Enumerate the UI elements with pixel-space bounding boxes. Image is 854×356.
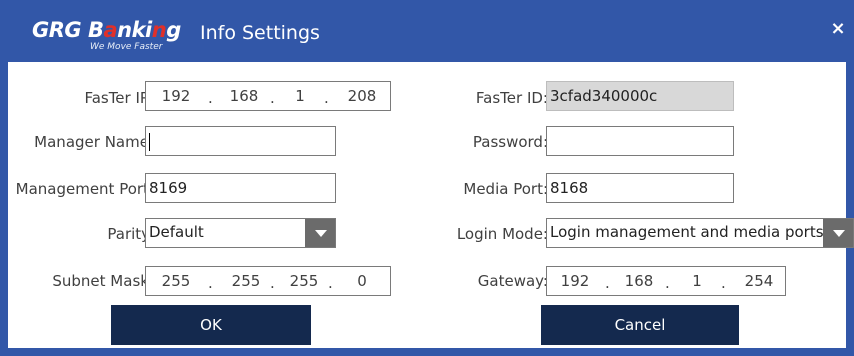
parity-selected-value: Default — [149, 223, 204, 241]
ip-octet[interactable]: 168 — [224, 82, 264, 110]
faster-id-field: 3cfad340000c — [546, 81, 734, 111]
login-mode-label: Login Mode: — [456, 225, 548, 243]
password-field[interactable] — [546, 126, 734, 156]
gateway-field[interactable]: 192 . 168 . 1 . 254 — [546, 266, 786, 296]
management-port-label: Management Port: — [15, 180, 154, 198]
ip-separator: . — [665, 274, 670, 292]
ip-octet[interactable]: 255 — [284, 267, 324, 295]
ip-separator: . — [324, 89, 329, 107]
ip-separator: . — [270, 89, 275, 107]
ip-separator: . — [208, 274, 213, 292]
ip-octet[interactable]: 192 — [555, 267, 595, 295]
ip-separator: . — [328, 274, 333, 292]
chevron-down-icon[interactable] — [305, 219, 335, 247]
media-port-label: Media Port: — [463, 180, 548, 198]
ip-octet[interactable]: 1 — [677, 267, 717, 295]
faster-ip-field[interactable]: 192 . 168 . 1 . 208 — [145, 81, 391, 111]
logo-tagline: We Move Faster — [90, 42, 163, 52]
ip-separator: . — [721, 274, 726, 292]
logo-wordmark: GRG Banking — [32, 18, 181, 42]
subnet-mask-label: Subnet Mask: — [52, 272, 154, 290]
ip-octet[interactable]: 168 — [619, 267, 659, 295]
ip-octet[interactable]: 1 — [280, 82, 320, 110]
ip-octet[interactable]: 255 — [226, 267, 266, 295]
subnet-mask-field[interactable]: 255 . 255 . 255 . 0 — [145, 266, 391, 296]
chevron-down-icon[interactable] — [823, 219, 853, 247]
faster-ip-label: FasTer IP: — [84, 89, 154, 107]
password-label: Password: — [472, 133, 548, 151]
gateway-label: Gateway: — [477, 272, 548, 290]
ip-separator: . — [208, 89, 213, 107]
ip-octet[interactable]: 0 — [342, 267, 382, 295]
ip-octet[interactable]: 255 — [156, 267, 196, 295]
parity-select[interactable]: Default — [145, 218, 336, 248]
window-title: Info Settings — [200, 22, 320, 44]
parity-label: Parity: — [107, 225, 154, 243]
manager-name-field[interactable] — [145, 126, 336, 156]
media-port-field[interactable]: 8168 — [546, 173, 734, 203]
title-bar: GRG Banking We Move Faster Info Settings… — [8, 0, 854, 62]
close-icon[interactable]: × — [818, 12, 854, 46]
login-mode-selected-value: Login management and media ports — [550, 223, 824, 241]
management-port-field[interactable]: 8169 — [145, 173, 336, 203]
ip-separator: . — [605, 274, 610, 292]
info-settings-dialog: GRG Banking We Move Faster Info Settings… — [0, 0, 854, 356]
manager-name-label: Manager Name: — [34, 133, 154, 151]
ip-separator: . — [270, 274, 275, 292]
ip-octet[interactable]: 208 — [342, 82, 382, 110]
cancel-button[interactable]: Cancel — [541, 305, 739, 345]
ok-button[interactable]: OK — [111, 305, 311, 345]
text-caret — [149, 132, 150, 151]
ip-octet[interactable]: 254 — [739, 267, 779, 295]
ip-octet[interactable]: 192 — [156, 82, 196, 110]
faster-id-label: FasTer ID: — [475, 89, 548, 107]
grg-banking-logo: GRG Banking We Move Faster — [32, 18, 192, 58]
login-mode-select[interactable]: Login management and media ports — [546, 218, 854, 248]
